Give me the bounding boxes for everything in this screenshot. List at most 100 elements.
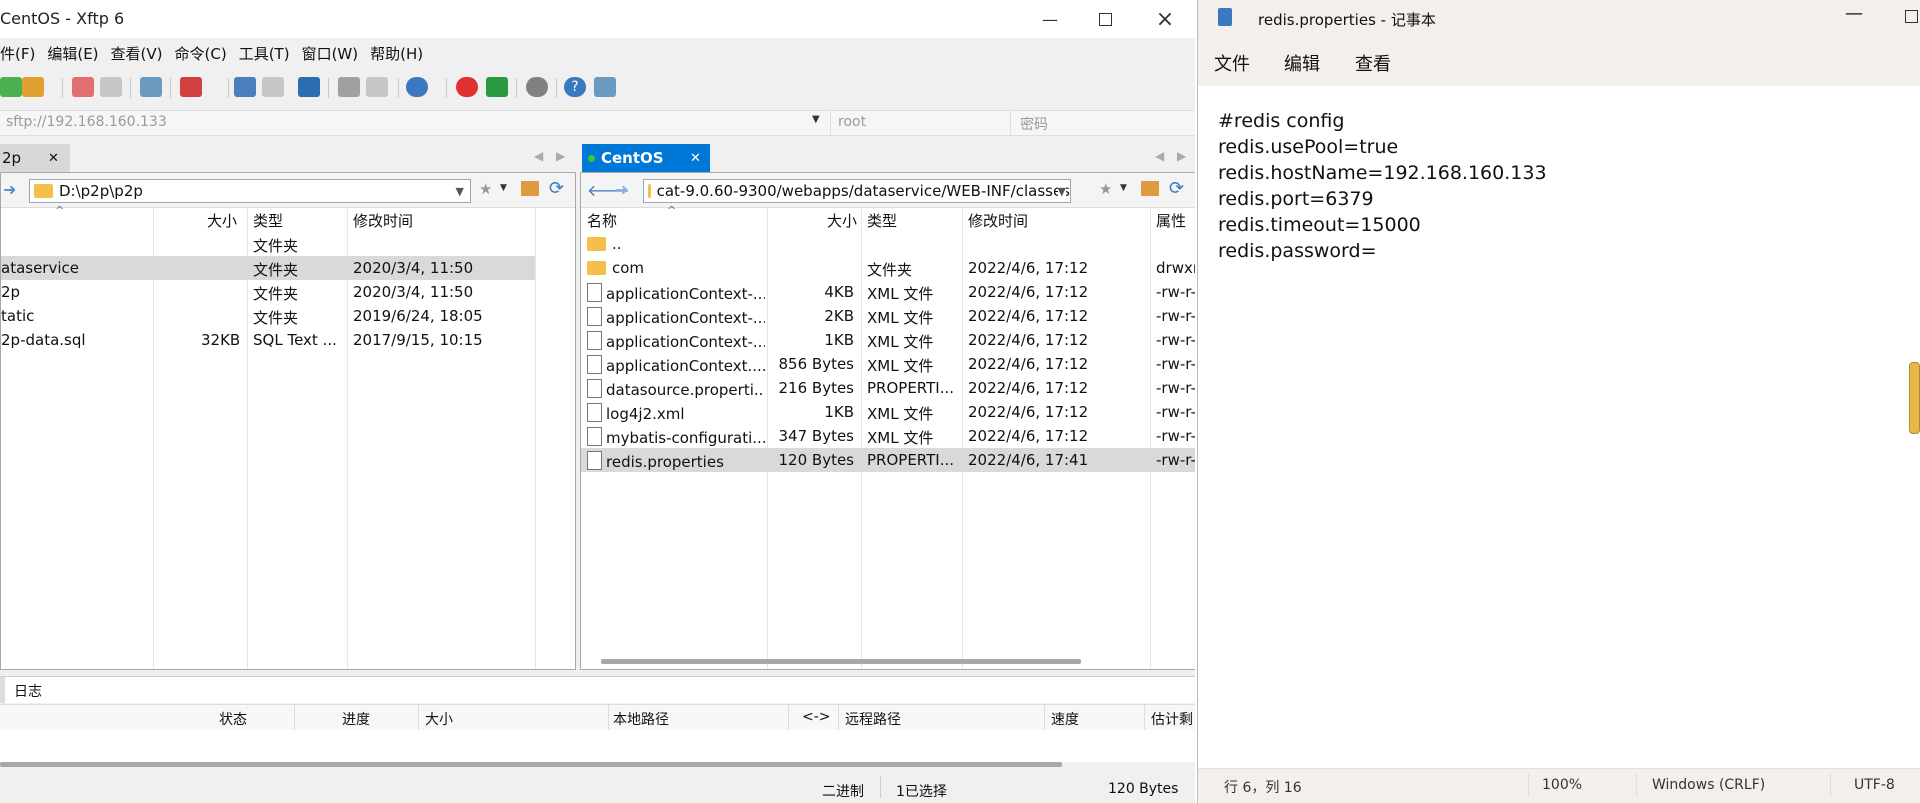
header-speed[interactable]: 速度 [1051, 709, 1079, 729]
paste-icon[interactable] [366, 77, 388, 97]
password-input[interactable]: 密码 [1020, 114, 1048, 134]
help-icon[interactable]: ? [564, 77, 586, 97]
xshell-icon[interactable] [456, 77, 478, 97]
maximize-button[interactable] [1085, 6, 1125, 32]
menu-window[interactable]: 窗口(W) [302, 40, 371, 66]
open-folder-icon[interactable] [22, 77, 44, 97]
list-item[interactable]: applicationContext-... 2KB XML 文件 2022/4… [581, 304, 1195, 328]
list-item[interactable]: redis.properties 120 Bytes PROPERTI... 2… [581, 448, 1195, 472]
menu-help[interactable]: 帮助(H) [370, 40, 435, 66]
local-path-input[interactable]: D:\p2p\p2p ▼ [29, 179, 471, 203]
address-input[interactable]: sftp://192.168.160.133 [6, 114, 167, 130]
notepad-text-area[interactable]: #redis config redis.usePool=true redis.h… [1218, 108, 1547, 264]
new-session-icon[interactable] [0, 77, 22, 97]
upload-icon[interactable] [234, 77, 256, 97]
username-input[interactable]: root [838, 114, 866, 130]
file-name: com [612, 259, 645, 277]
chat-icon[interactable] [594, 77, 616, 97]
tab-remote[interactable]: CentOS ✕ [582, 144, 710, 172]
home-icon[interactable] [521, 181, 539, 196]
menu-file[interactable]: 件(F) [0, 40, 47, 66]
menu-tools[interactable]: 工具(T) [239, 40, 302, 66]
refresh-icon[interactable]: ⟳ [549, 178, 564, 199]
xmanager-icon[interactable] [486, 77, 508, 97]
notepad-menu-edit[interactable]: 编辑 [1284, 50, 1320, 76]
notepad-maximize-button[interactable] [1905, 10, 1918, 23]
header-attr[interactable]: 属性 [1156, 210, 1186, 231]
list-item[interactable]: com 文件夹 2022/4/6, 17:12 drwxr [581, 256, 1195, 280]
header-type[interactable]: 类型 [867, 210, 897, 231]
status-size: 120 Bytes [1108, 781, 1179, 797]
header-type[interactable]: 类型 [253, 210, 283, 231]
chevron-down-icon[interactable]: ▼ [456, 185, 464, 198]
header-eta[interactable]: 估计剩 [1151, 709, 1193, 729]
bookmark-dropdown-icon[interactable]: ▼ [1120, 183, 1127, 193]
minimize-button[interactable]: — [1030, 6, 1070, 32]
play-icon[interactable] [180, 77, 202, 97]
forward-icon[interactable]: ➜ [3, 180, 16, 199]
list-item[interactable]: applicationContext.... 856 Bytes XML 文件 … [581, 352, 1195, 376]
session-properties-icon[interactable] [140, 77, 162, 97]
remote-path-input[interactable]: cat-9.0.60-9300/webapps/dataservice/WEB-… [643, 179, 1071, 203]
refresh-icon[interactable]: ⟳ [1169, 178, 1184, 199]
forward-icon-remote[interactable]: ➜ [615, 180, 628, 199]
header-size[interactable]: 大小 [207, 210, 237, 231]
globe-icon[interactable] [406, 77, 428, 97]
list-item[interactable]: applicationContext-... 4KB XML 文件 2022/4… [581, 280, 1195, 304]
sort-up-icon[interactable]: ^ [667, 204, 676, 217]
header-direction[interactable]: <-> [802, 709, 831, 725]
gear-icon[interactable] [526, 77, 548, 97]
header-progress[interactable]: 进度 [342, 709, 370, 729]
tab-scroll-right-icon-2[interactable]: ▶ [1177, 149, 1186, 163]
file-attr: -rw-r- [1156, 307, 1195, 325]
list-item[interactable]: .. [581, 232, 1195, 256]
notepad-scrollbar-thumb[interactable] [1909, 362, 1920, 434]
chevron-down-icon[interactable]: ▼ [1057, 184, 1066, 198]
sync-icon[interactable] [298, 77, 320, 97]
tab-scroll-left-icon[interactable]: ◀ [534, 149, 543, 163]
header-size[interactable]: 大小 [827, 210, 857, 231]
tab-remote-close-icon[interactable]: ✕ [690, 151, 701, 166]
header-size[interactable]: 大小 [425, 709, 453, 729]
header-status[interactable]: 状态 [219, 709, 247, 729]
list-item[interactable]: 2p-data.sql 32KB SQL Text ... 2017/9/15,… [1, 328, 535, 352]
header-remote-path[interactable]: 远程路径 [845, 709, 901, 729]
header-local-path[interactable]: 本地路径 [613, 709, 669, 729]
tab-local[interactable]: 2p ✕ [0, 144, 70, 172]
list-item[interactable]: datasource.properti... 216 Bytes PROPERT… [581, 376, 1195, 400]
address-dropdown-icon[interactable]: ▼ [812, 114, 820, 125]
tab-local-close-icon[interactable]: ✕ [48, 151, 59, 166]
disconnect-icon[interactable] [72, 77, 94, 97]
copy-icon[interactable] [338, 77, 360, 97]
list-item[interactable]: mybatis-configurati... 347 Bytes XML 文件 … [581, 424, 1195, 448]
bookmark-icon[interactable]: ★ [479, 180, 492, 198]
tab-scroll-right-icon[interactable]: ▶ [556, 149, 565, 163]
header-mtime[interactable]: 修改时间 [968, 210, 1028, 231]
menu-command[interactable]: 命令(C) [175, 40, 239, 66]
menu-edit[interactable]: 编辑(E) [47, 40, 110, 66]
tab-scroll-left-icon-2[interactable]: ◀ [1155, 149, 1164, 163]
home-icon[interactable] [1141, 181, 1159, 196]
bookmark-dropdown-icon[interactable]: ▼ [500, 183, 507, 193]
tab-log[interactable]: 日志 [14, 681, 42, 701]
notepad-menu-view[interactable]: 查看 [1355, 50, 1391, 76]
header-name[interactable]: 名称 [587, 210, 617, 231]
list-item[interactable]: 文件夹 [1, 232, 535, 256]
horizontal-scrollbar[interactable] [601, 659, 1081, 664]
sort-up-icon[interactable]: ^ [55, 204, 64, 217]
list-item[interactable]: tatic 文件夹 2019/6/24, 18:05 [1, 304, 535, 328]
header-mtime[interactable]: 修改时间 [353, 210, 413, 231]
close-button[interactable]: × [1145, 6, 1185, 32]
list-item[interactable]: ataservice 文件夹 2020/3/4, 11:50 [1, 256, 535, 280]
list-item[interactable]: applicationContext-... 1KB XML 文件 2022/4… [581, 328, 1195, 352]
remote-path-text: cat-9.0.60-9300/webapps/dataservice/WEB-… [656, 182, 1070, 200]
list-item[interactable]: log4j2.xml 1KB XML 文件 2022/4/6, 17:12 -r… [581, 400, 1195, 424]
download-icon[interactable] [262, 77, 284, 97]
menu-view[interactable]: 查看(V) [111, 40, 175, 66]
notepad-menu-file[interactable]: 文件 [1214, 50, 1250, 76]
transfer-scrollbar[interactable] [0, 762, 1062, 767]
reconnect-icon[interactable] [100, 77, 122, 97]
bookmark-icon[interactable]: ★ [1099, 180, 1112, 198]
list-item[interactable]: 2p 文件夹 2020/3/4, 11:50 [1, 280, 535, 304]
notepad-minimize-button[interactable]: — [1845, 3, 1863, 24]
